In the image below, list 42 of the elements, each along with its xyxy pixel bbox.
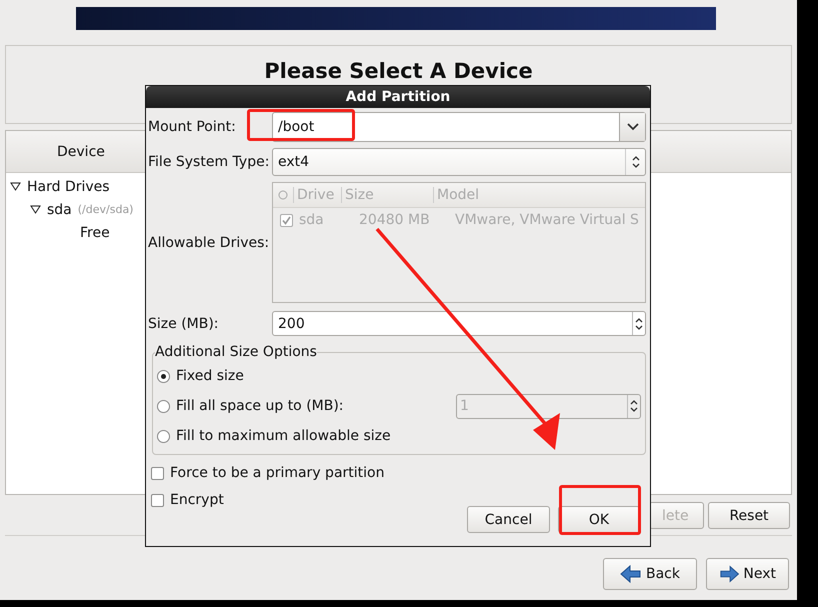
option-label: Fill all space up to (MB): (176, 398, 345, 414)
file-system-select[interactable]: ext4 (272, 148, 646, 176)
right-arrow-icon (719, 565, 740, 583)
next-button[interactable]: Next (706, 558, 789, 590)
radio-button[interactable] (157, 400, 170, 412)
device-path: (/dev/sda) (78, 203, 134, 216)
mount-point-field[interactable]: /boot (272, 112, 646, 142)
field-label: Size (MB): (148, 316, 220, 332)
table-cell-text: 20480 MB (359, 212, 431, 228)
table-cell-text: VMware, VMware Virtual S (455, 212, 640, 228)
field-label: Mount Point: (148, 119, 237, 135)
up-down-icon (632, 156, 640, 168)
radio-button[interactable] (157, 370, 170, 382)
expander-icon[interactable] (10, 182, 21, 191)
dialog-title: Add Partition (146, 86, 650, 108)
chevron-down-icon (626, 123, 638, 131)
checkbox[interactable] (151, 494, 164, 506)
tree-item[interactable]: Hard Drives (27, 178, 110, 194)
field-label: File System Type: (148, 154, 270, 170)
up-down-icon (630, 400, 638, 412)
ok-button[interactable]: OK (558, 506, 640, 533)
checkbox-label: Force to be a primary partition (170, 465, 384, 481)
back-button[interactable]: Back (603, 558, 697, 590)
circle-icon (278, 190, 288, 200)
reset-button[interactable]: Reset (708, 502, 790, 529)
tree-item[interactable]: Free (80, 224, 110, 240)
page-title: Please Select A Device (264, 59, 533, 83)
checkbox-label: Encrypt (170, 492, 224, 508)
radio-button[interactable] (157, 430, 170, 442)
table-cell-text: sda (299, 212, 325, 228)
expander-icon[interactable] (30, 205, 41, 214)
option-label: Fill to maximum allowable size (176, 428, 392, 444)
checkbox[interactable] (151, 466, 164, 480)
field-label: Allowable Drives: (148, 234, 270, 250)
tree-item[interactable]: sda (47, 202, 72, 218)
up-down-icon (635, 318, 643, 330)
left-arrow-icon (620, 565, 642, 583)
option-label: Fixed size (176, 368, 245, 384)
size-field[interactable]: 200 (272, 311, 646, 336)
column-title: Device (57, 144, 105, 160)
cancel-button[interactable]: Cancel (467, 506, 550, 533)
group-title: Additional Size Options (155, 344, 317, 360)
